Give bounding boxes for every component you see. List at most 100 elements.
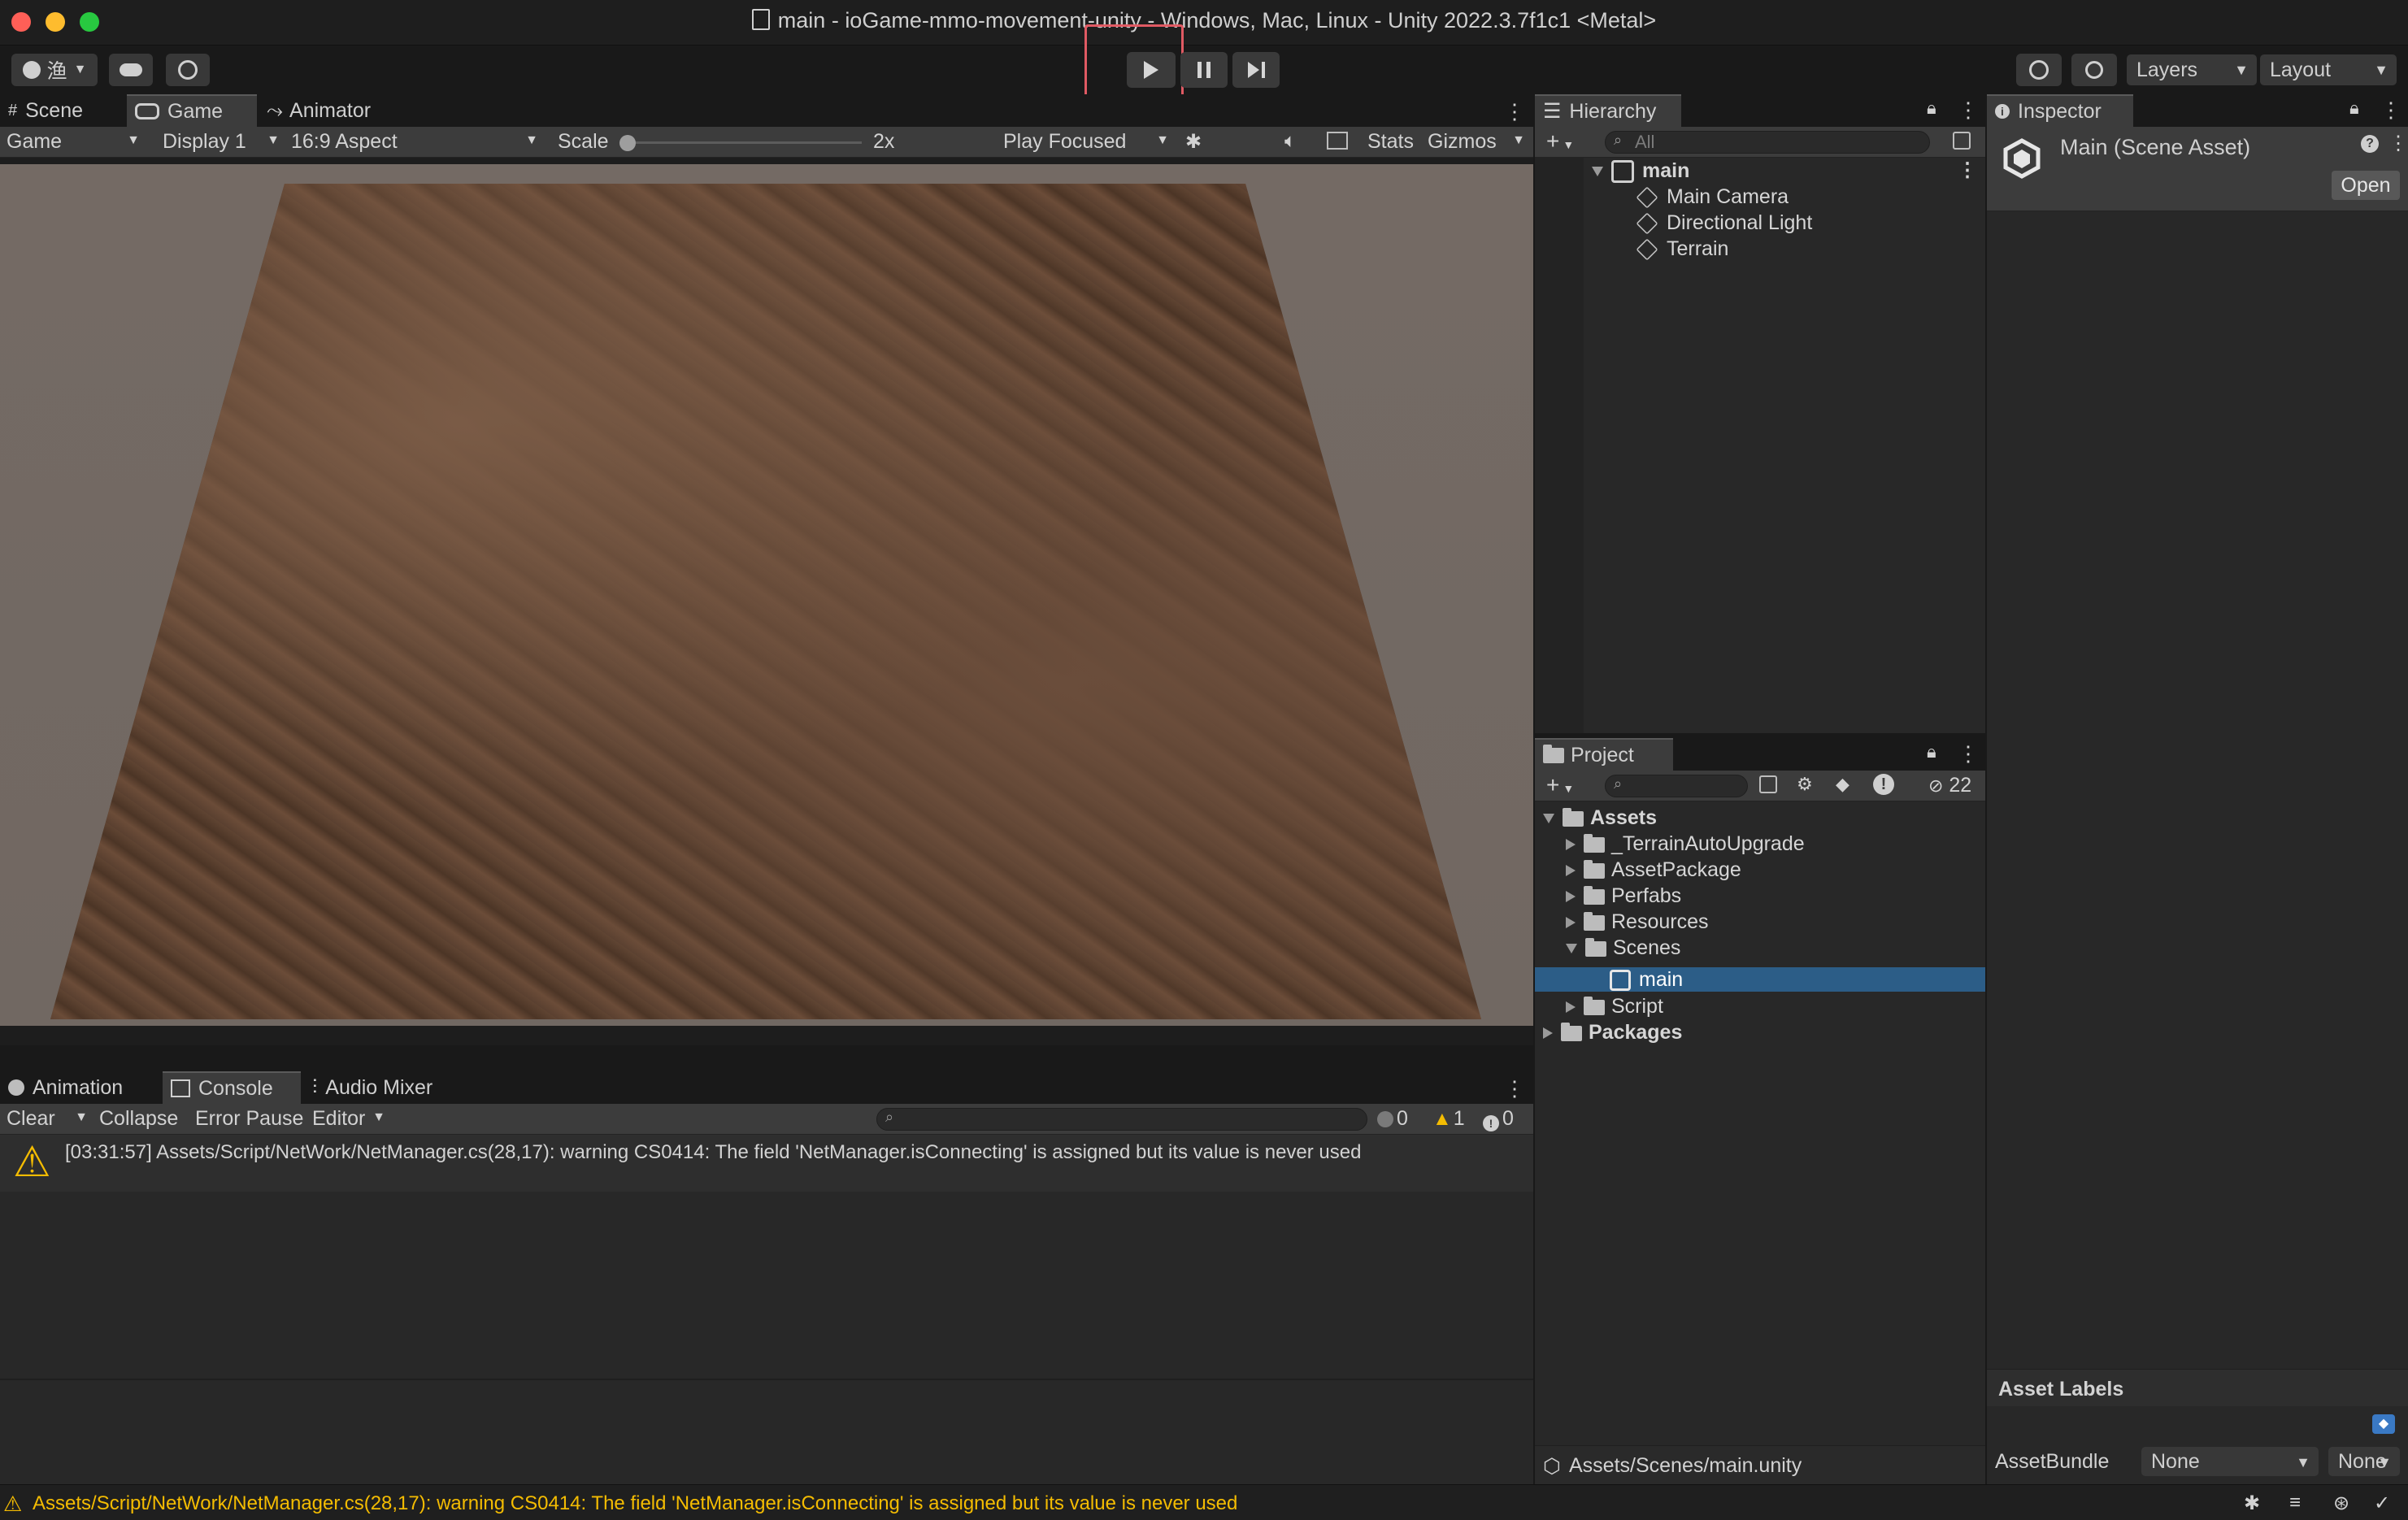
unity-logo-icon: [2002, 138, 2042, 179]
status-message[interactable]: Assets/Script/NetWork/NetManager.cs(28,1…: [33, 1492, 1237, 1515]
error-count-toggle[interactable]: ! 0: [1483, 1107, 1514, 1131]
clear-button[interactable]: Clear ▼: [7, 1107, 88, 1131]
tab-inspector[interactable]: i Inspector: [1987, 94, 2133, 127]
scale-slider-track[interactable]: [626, 141, 862, 144]
bug-icon[interactable]: ✱: [1185, 130, 1202, 154]
hierarchy-scene-row[interactable]: main ⋮: [1592, 158, 1982, 184]
cache-server-icon[interactable]: ≡: [2289, 1492, 2301, 1514]
tab-console[interactable]: Console: [163, 1071, 301, 1104]
tab-scene[interactable]: # Scene: [0, 94, 122, 127]
console-detail-divider[interactable]: [0, 1379, 1533, 1380]
gizmos-button[interactable]: Gizmos ▼: [1428, 130, 1525, 154]
console-search-input[interactable]: ⌕: [876, 1108, 1367, 1131]
list-icon: ☰: [1543, 100, 1562, 123]
cloud-button[interactable]: [109, 54, 153, 86]
collab-button[interactable]: [166, 54, 210, 86]
search-filter-icon[interactable]: [1953, 132, 1971, 150]
unity-scene-icon: [1611, 160, 1634, 184]
error-pause-toggle[interactable]: Error Pause: [195, 1107, 303, 1131]
tab-hierarchy[interactable]: ☰ Hierarchy: [1535, 94, 1681, 127]
search-button[interactable]: [2071, 54, 2117, 86]
history-icon: [2029, 60, 2049, 80]
pause-icon: [1197, 62, 1202, 78]
warning-icon: ⚠: [13, 1139, 51, 1186]
step-icon: [1247, 62, 1259, 78]
play-focused-select[interactable]: Play Focused ▼: [1003, 130, 1174, 154]
project-folder-script[interactable]: Script: [1566, 993, 1663, 1019]
audio-icon[interactable]: 🔈︎: [1284, 130, 1296, 153]
add-object-button[interactable]: + ▼: [1546, 128, 1574, 154]
panel-menu-icon[interactable]: ⋮: [1504, 99, 1525, 124]
view-select[interactable]: Game ▼: [7, 130, 145, 154]
tab-animation[interactable]: Animation: [0, 1071, 163, 1104]
project-folder-perfabs[interactable]: Perfabs: [1566, 883, 1681, 909]
hierarchy-item-terrain[interactable]: Terrain: [1636, 236, 1728, 262]
create-asset-button[interactable]: + ▼: [1546, 772, 1574, 798]
game-panel: # Scene Game ⤳ Animator ⋮ Game ▼ Display 1 ▼…: [0, 94, 1533, 1045]
folder-icon: [1584, 996, 1605, 1015]
search-by-type-icon[interactable]: [1759, 775, 1777, 793]
panel-menu-icon[interactable]: ⋮: [1504, 1076, 1525, 1101]
grid-icon[interactable]: [1327, 132, 1348, 150]
hierarchy-item-main-camera[interactable]: Main Camera: [1636, 184, 1789, 210]
layers-dropdown[interactable]: Layers ▼: [2127, 54, 2257, 85]
project-folder-scenes[interactable]: Scenes: [1566, 935, 1680, 961]
project-assets-root[interactable]: Assets: [1543, 805, 1657, 831]
tab-audio-mixer[interactable]: ⫶ Audio Mixer: [304, 1071, 467, 1104]
hierarchy-search-input[interactable]: ⌕ All: [1605, 131, 1930, 154]
pause-button[interactable]: [1180, 52, 1228, 88]
tab-game[interactable]: Game: [127, 94, 257, 127]
tab-project[interactable]: Project: [1535, 738, 1673, 771]
collapse-toggle[interactable]: Collapse: [99, 1107, 178, 1131]
console-log-row[interactable]: ⚠ [03:31:57] Assets/Script/NetWork/NetMa…: [0, 1135, 1533, 1192]
stats-button[interactable]: Stats: [1367, 130, 1414, 154]
help-icon[interactable]: ?: [2361, 135, 2379, 153]
lock-icon[interactable]: 🔒︎: [1927, 741, 1936, 762]
asset-labels-heading: Asset Labels: [1998, 1378, 2124, 1401]
project-packages-root[interactable]: Packages: [1543, 1019, 1682, 1045]
folder-open-icon: [1585, 937, 1606, 957]
search-icon: [2085, 61, 2103, 79]
lock-icon[interactable]: 🔒︎: [2349, 98, 2359, 119]
tag-icon[interactable]: ◆: [2372, 1414, 2395, 1434]
debug-mode-icon[interactable]: ✱: [2244, 1492, 2260, 1515]
scripting-icon[interactable]: ⊛: [2333, 1492, 2349, 1515]
animator-icon: ⤳: [267, 98, 284, 122]
project-folder-terrainautoupgrade[interactable]: _TerrainAutoUpgrade: [1566, 831, 1805, 857]
scale-slider-handle[interactable]: [619, 135, 636, 151]
layout-dropdown[interactable]: Layout ▼: [2260, 54, 2397, 85]
warning-count-toggle[interactable]: ▲1: [1432, 1107, 1465, 1131]
hidden-packages-toggle[interactable]: ⊘ 22: [1928, 774, 1971, 797]
display-select[interactable]: Display 1 ▼: [163, 130, 285, 154]
project-folder-assetpackage[interactable]: AssetPackage: [1566, 857, 1741, 883]
project-search-input[interactable]: ⌕: [1605, 775, 1748, 797]
hierarchy-item-directional-light[interactable]: Directional Light: [1636, 210, 1812, 236]
assetbundle-select[interactable]: None ▼: [2141, 1447, 2319, 1476]
open-button[interactable]: Open: [2332, 171, 2400, 200]
account-dropdown[interactable]: 渔 ▼: [11, 54, 98, 86]
tab-animator[interactable]: ⤳ Animator: [259, 94, 397, 127]
console-toolbar: Clear ▼ Collapse Error Pause Editor ▼ ⌕ 0 …: [0, 1104, 1533, 1135]
aspect-select[interactable]: 16:9 Aspect ▼: [291, 130, 543, 154]
warning-icon: ⚠: [3, 1492, 23, 1516]
folder-icon: [1584, 859, 1605, 879]
game-view[interactable]: [0, 158, 1533, 1045]
project-folder-resources[interactable]: Resources: [1566, 909, 1709, 935]
filter-type-icon[interactable]: ⚙︎: [1797, 774, 1813, 795]
hidden-count: 22: [1949, 774, 1972, 797]
panel-menu-icon[interactable]: ⋮: [1958, 98, 1979, 123]
panel-menu-icon[interactable]: ⋮: [1958, 741, 1979, 767]
scene-menu-icon[interactable]: ⋮: [1958, 158, 1977, 184]
auto-refresh-icon[interactable]: ✓: [2374, 1492, 2390, 1515]
step-button[interactable]: [1232, 52, 1280, 88]
assetbundle-variant-select[interactable]: None ▼: [2328, 1447, 2400, 1476]
panel-menu-icon[interactable]: ⋮: [2380, 98, 2401, 123]
project-item-main-scene[interactable]: main: [1535, 967, 1985, 992]
log-count-toggle[interactable]: 0: [1377, 1107, 1408, 1131]
component-menu-icon[interactable]: ⋮: [2388, 132, 2408, 155]
warning-filter-icon[interactable]: !: [1873, 774, 1894, 795]
lock-icon[interactable]: 🔒︎: [1927, 98, 1936, 119]
editor-dropdown[interactable]: Editor ▼: [312, 1107, 385, 1131]
label-icon[interactable]: ◆: [1836, 774, 1849, 795]
undo-history-button[interactable]: [2016, 54, 2062, 86]
